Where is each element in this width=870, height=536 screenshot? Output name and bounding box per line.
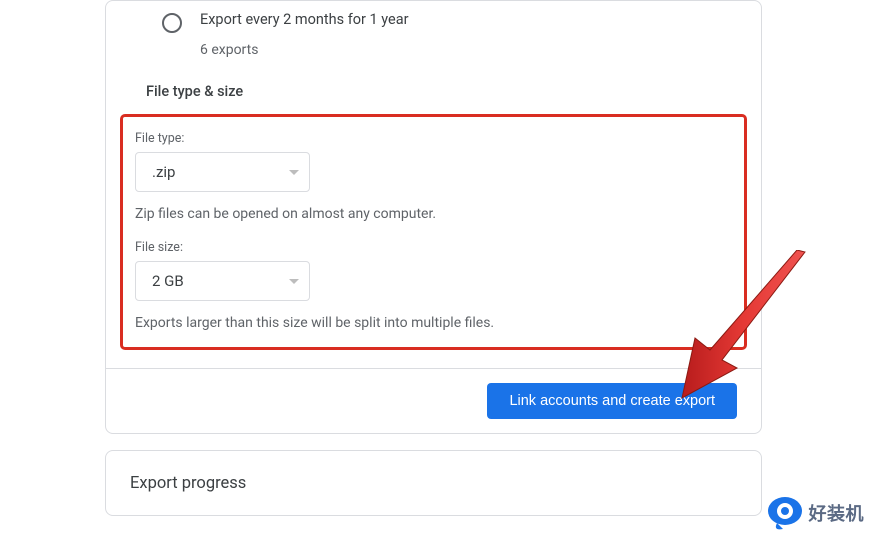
radio-text-group: Export every 2 months for 1 year 6 expor… bbox=[200, 11, 409, 58]
radio-option-sublabel: 6 exports bbox=[200, 42, 409, 58]
watermark: 好装机 bbox=[765, 493, 865, 533]
action-button-row: Link accounts and create export bbox=[106, 368, 761, 433]
export-progress-title: Export progress bbox=[130, 474, 246, 493]
watermark-logo-icon bbox=[765, 493, 805, 533]
export-frequency-option[interactable]: Export every 2 months for 1 year 6 expor… bbox=[106, 1, 761, 58]
radio-unchecked-icon bbox=[162, 13, 182, 33]
radio-option-label: Export every 2 months for 1 year bbox=[200, 11, 409, 28]
file-size-label: File size: bbox=[135, 240, 732, 255]
watermark-text: 好装机 bbox=[809, 500, 865, 526]
file-size-select[interactable]: 2 GB bbox=[135, 261, 310, 301]
export-settings-card: Export every 2 months for 1 year 6 expor… bbox=[105, 0, 762, 434]
file-size-hint: Exports larger than this size will be sp… bbox=[135, 315, 732, 331]
file-type-label: File type: bbox=[135, 131, 732, 146]
file-type-select[interactable]: .zip bbox=[135, 152, 310, 192]
chevron-down-icon bbox=[289, 170, 299, 175]
file-type-hint: Zip files can be opened on almost any co… bbox=[135, 206, 732, 222]
file-type-size-header: File type & size bbox=[106, 58, 761, 110]
file-type-value: .zip bbox=[152, 163, 175, 181]
file-settings-highlight-box: File type: .zip Zip files can be opened … bbox=[120, 114, 747, 350]
link-accounts-create-export-button[interactable]: Link accounts and create export bbox=[487, 383, 737, 419]
file-size-value: 2 GB bbox=[152, 272, 184, 290]
export-progress-card[interactable]: Export progress bbox=[105, 450, 762, 516]
chevron-down-icon bbox=[289, 279, 299, 284]
